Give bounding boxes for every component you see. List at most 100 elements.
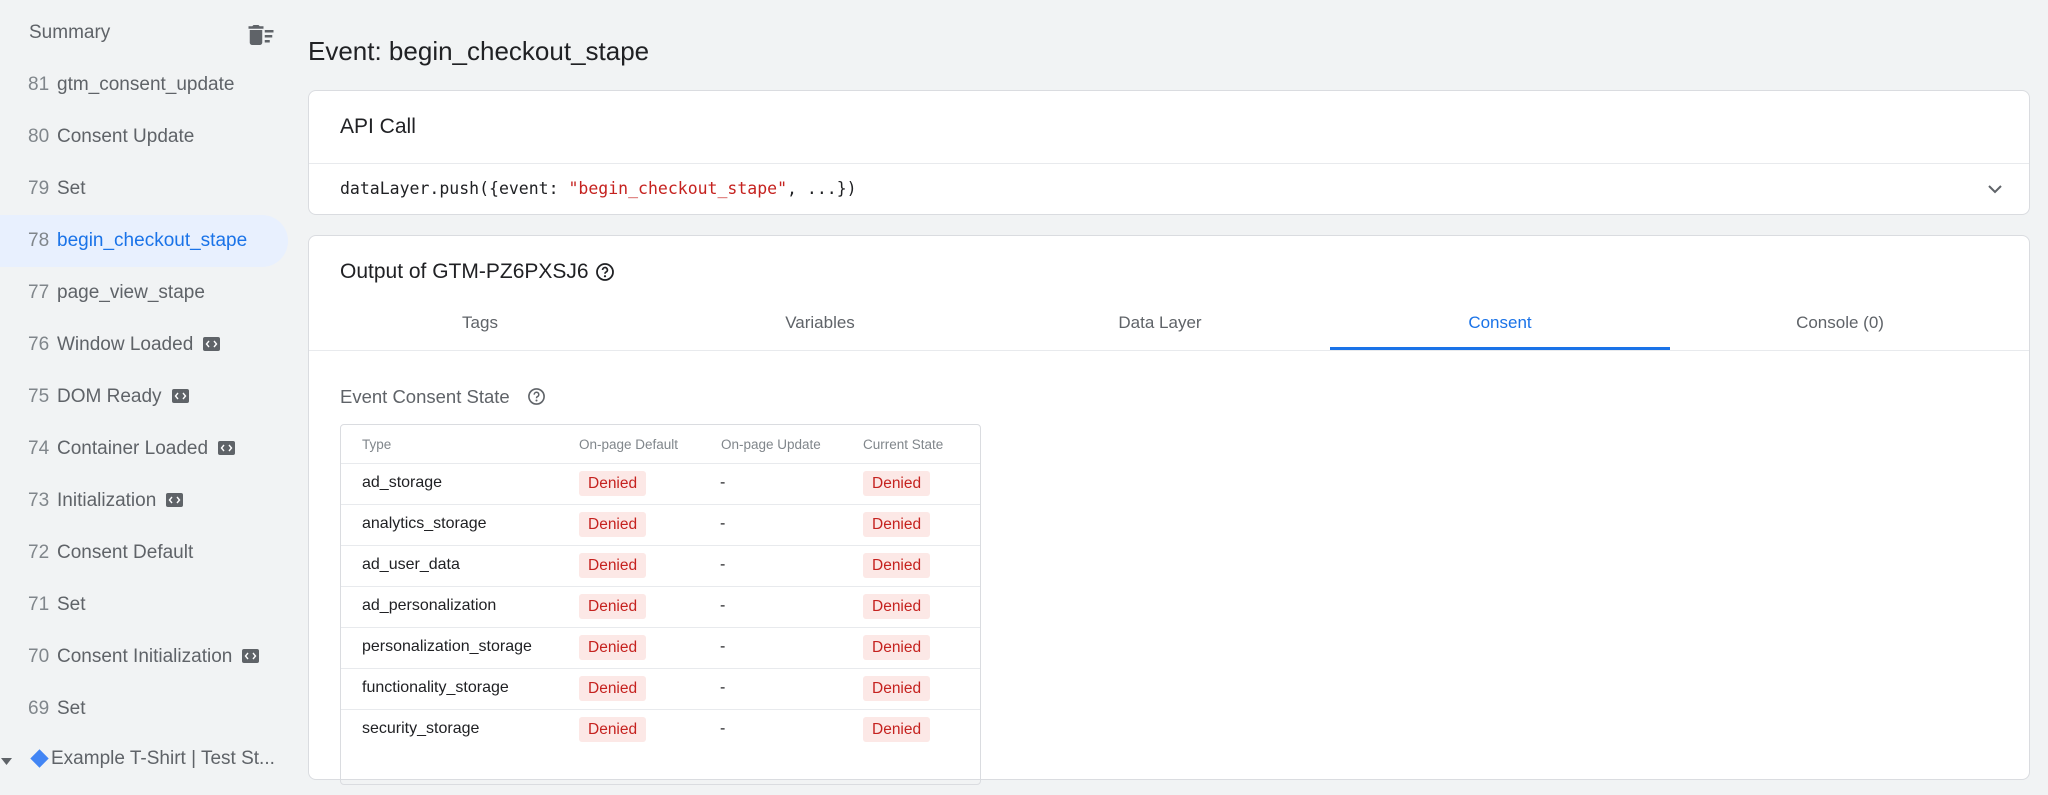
event-name-text: Container Loaded — [57, 438, 209, 459]
table-row: ad_storage Denied - Denied — [341, 463, 980, 504]
code-suffix: , ...}) — [787, 179, 857, 198]
event-name-text: Set — [57, 594, 86, 615]
status-badge: Denied — [863, 676, 931, 701]
event-list-item[interactable]: 71 Set — [0, 579, 288, 631]
event-name-text: page_view_stape — [57, 282, 205, 303]
event-name-text: Consent Initialization — [57, 646, 233, 667]
event-list-item[interactable]: 81 gtm_consent_update — [0, 59, 288, 111]
status-badge: Denied — [579, 594, 647, 619]
event-name-text: Window Loaded — [57, 334, 194, 355]
event-name-text: gtm_consent_update — [57, 74, 235, 95]
event-list-item[interactable]: 78 begin_checkout_stape — [0, 215, 288, 267]
event-list-item[interactable]: 75 DOM Ready — [0, 371, 288, 423]
summary-row[interactable]: Summary — [0, 12, 288, 52]
tab-consent[interactable]: Consent — [1330, 306, 1670, 350]
table-header: On-page Update — [721, 437, 821, 452]
help-icon[interactable] — [595, 262, 615, 282]
event-list-item[interactable]: 77 page_view_stape — [0, 267, 288, 319]
consent-heading: Event Consent State — [340, 386, 510, 407]
event-name-text: DOM Ready — [57, 386, 162, 407]
tab-console-0[interactable]: Console (0) — [1670, 306, 2010, 350]
delete-sweep-icon — [248, 25, 274, 45]
tab-variables[interactable]: Variables — [650, 306, 990, 350]
consent-type: personalization_storage — [362, 638, 532, 655]
event-name: Set — [57, 698, 86, 720]
update-value: - — [720, 515, 726, 532]
event-name: Set — [57, 594, 86, 616]
event-name: Consent Default — [57, 542, 193, 564]
status-badge: Denied — [863, 635, 931, 660]
update-value: - — [720, 474, 726, 491]
status-badge: Denied — [863, 594, 931, 619]
event-name-text: Set — [57, 698, 86, 719]
consent-type: security_storage — [362, 720, 480, 737]
consent-type: ad_storage — [362, 474, 443, 491]
event-title: Event: begin_checkout_stape — [308, 36, 650, 66]
chevron-down-icon[interactable] — [1983, 177, 2007, 201]
event-list-item[interactable]: 72 Consent Default — [0, 527, 288, 579]
tab-data-layer[interactable]: Data Layer — [990, 306, 1330, 350]
event-name-text: Initialization — [57, 490, 157, 511]
event-name-text: Set — [57, 178, 86, 199]
event-number: 80 — [28, 126, 50, 147]
table-header: Current State — [863, 437, 944, 452]
status-badge: Denied — [863, 471, 931, 496]
event-name: Window Loaded — [57, 334, 221, 356]
clear-events-button[interactable] — [246, 20, 276, 50]
status-badge: Denied — [579, 512, 647, 537]
page-diamond-icon — [30, 749, 49, 768]
event-name: gtm_consent_update — [57, 74, 234, 96]
table-row: analytics_storage Denied - Denied — [341, 504, 980, 545]
code-icon — [166, 492, 184, 507]
event-name-text: begin_checkout_stape — [57, 230, 248, 251]
code-prefix: dataLayer.push({event: — [340, 179, 569, 198]
event-number: 74 — [28, 438, 50, 459]
event-number: 79 — [28, 178, 50, 199]
update-value: - — [720, 720, 726, 737]
event-number: 77 — [28, 282, 50, 303]
tab-tags[interactable]: Tags — [310, 306, 650, 350]
consent-table: Type On-page Default On-page Update Current… — [340, 424, 981, 785]
output-tabs: Tags Variables Data Layer Consent Console (0… — [309, 306, 2029, 351]
event-list-item[interactable]: 69 Set — [0, 683, 288, 735]
divider — [309, 163, 2029, 164]
event-number: 69 — [28, 698, 50, 719]
consent-type: ad_personalization — [362, 597, 497, 614]
event-list-item[interactable]: 76 Window Loaded — [0, 319, 288, 371]
update-value: - — [720, 556, 726, 573]
page-load-item[interactable]: Example T-Shirt | Test St... — [0, 740, 300, 780]
event-number: 75 — [28, 386, 50, 407]
consent-type: functionality_storage — [362, 679, 509, 696]
status-badge: Denied — [863, 553, 931, 578]
update-value: - — [720, 679, 726, 696]
update-value: - — [720, 597, 726, 614]
event-name: Set — [57, 178, 86, 200]
event-name: Container Loaded — [57, 438, 236, 460]
summary-label: Summary — [29, 22, 111, 43]
help-icon[interactable] — [527, 387, 546, 406]
event-name-text: Consent Update — [57, 126, 195, 147]
code-event-string: "begin_checkout_stape" — [568, 179, 788, 198]
event-number: 72 — [28, 542, 50, 563]
event-number: 78 — [28, 230, 50, 251]
sidebar: Summary 81 gtm_consent_update 80 Consent Up… — [0, 0, 300, 795]
event-list-item[interactable]: 79 Set — [0, 163, 288, 215]
table-row: ad_user_data Denied - Denied — [341, 545, 980, 586]
event-list-item[interactable]: 73 Initialization — [0, 475, 288, 527]
output-title: Output of GTM-PZ6PXSJ6 — [340, 260, 589, 283]
event-list-item[interactable]: 80 Consent Update — [0, 111, 288, 163]
event-list-item[interactable]: 74 Container Loaded — [0, 423, 288, 475]
code-icon — [171, 388, 189, 403]
status-badge: Denied — [579, 635, 647, 660]
event-name: begin_checkout_stape — [57, 230, 247, 252]
table-row: ad_personalization Denied - Denied — [341, 586, 980, 627]
event-list-item[interactable]: 70 Consent Initialization — [0, 631, 288, 683]
event-name: Consent Update — [57, 126, 194, 148]
table-row: functionality_storage Denied - Denied — [341, 668, 980, 709]
event-number: 81 — [28, 74, 50, 95]
event-number: 76 — [28, 334, 50, 355]
event-name: Initialization — [57, 490, 184, 512]
caret-down-icon[interactable] — [0, 754, 14, 768]
status-badge: Denied — [579, 553, 647, 578]
output-card: Output of GTM-PZ6PXSJ6 Tags Variables Data… — [308, 235, 2030, 785]
